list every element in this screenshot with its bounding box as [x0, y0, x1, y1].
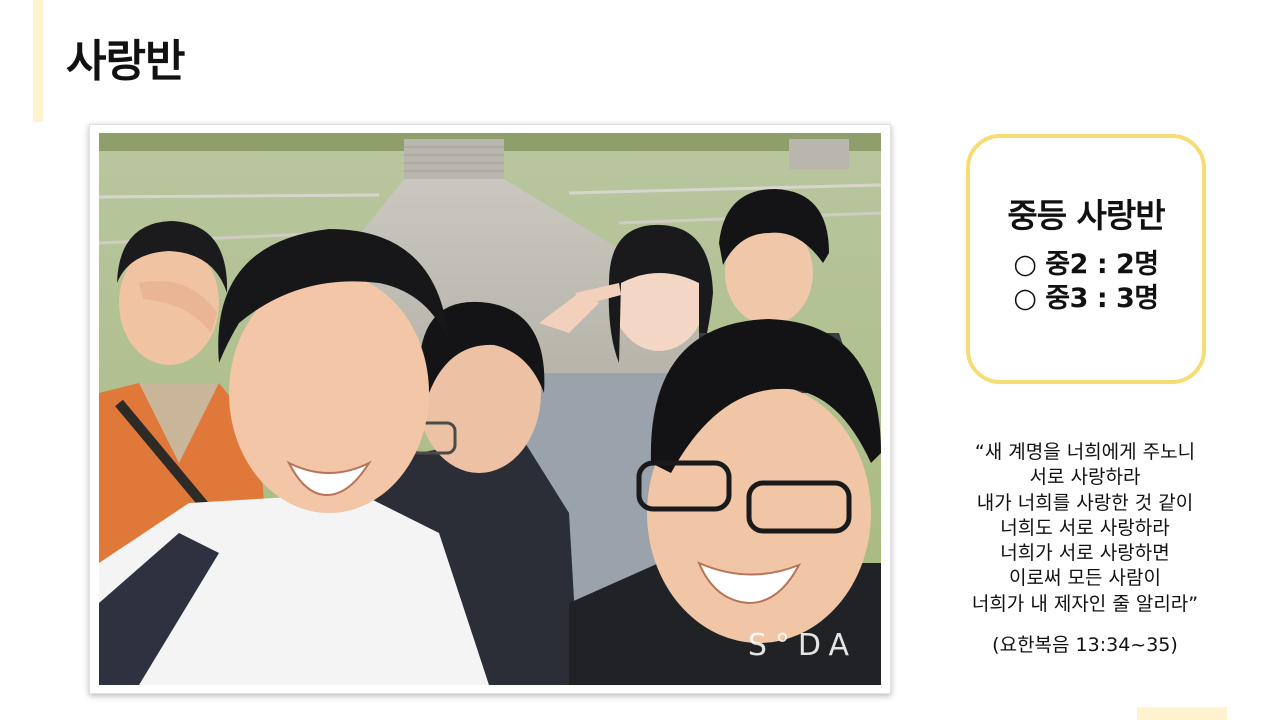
corner-accent-tab	[1137, 707, 1227, 720]
grade-count-item: ○ 중3 : 3명	[970, 282, 1202, 316]
grade-count-text: 중3 : 3명	[1045, 283, 1159, 314]
photo-frame: S°DA	[89, 124, 891, 694]
grade-count-item: ○ 중2 : 2명	[970, 248, 1202, 282]
info-box-title: 중등 사랑반	[1007, 196, 1165, 235]
verse-line: 너희가 서로 사랑하면	[1000, 542, 1170, 565]
grade-count-list: ○ 중2 : 2명 ○ 중3 : 3명	[970, 248, 1202, 316]
grade-count-text: 중2 : 2명	[1045, 249, 1159, 280]
stone-steps	[404, 139, 504, 179]
verse-line: 내가 너희를 사랑한 것 같이	[976, 491, 1194, 514]
title-accent-bar	[33, 0, 43, 122]
soda-watermark: S°DA	[747, 628, 857, 663]
verse-line: 너희도 서로 사랑하라	[1000, 516, 1170, 539]
slide-title: 사랑반	[66, 36, 185, 87]
lawn-edge-left	[99, 193, 380, 199]
circle-bullet-icon: ○	[1013, 283, 1037, 314]
verse-line: “새 계명을 너희에게 주노니	[974, 441, 1196, 463]
side-steps	[789, 139, 849, 169]
bible-verse: “새 계명을 너희에게 주노니 서로 사랑하라 내가 너희를 사랑한 것 같이 …	[940, 440, 1230, 617]
verse-line: 서로 사랑하라	[1029, 466, 1141, 489]
photo-scene	[99, 133, 881, 685]
verse-line: 너희가 내 제자인 줄 알리라”	[971, 592, 1199, 615]
group-selfie-photo: S°DA	[99, 133, 881, 685]
verse-reference: (요한복음 13:34~35)	[992, 634, 1178, 656]
class-info-box: 중등 사랑반 ○ 중2 : 2명 ○ 중3 : 3명	[966, 134, 1206, 384]
circle-bullet-icon: ○	[1013, 249, 1037, 280]
verse-line: 이로써 모든 사람이	[1009, 567, 1161, 590]
